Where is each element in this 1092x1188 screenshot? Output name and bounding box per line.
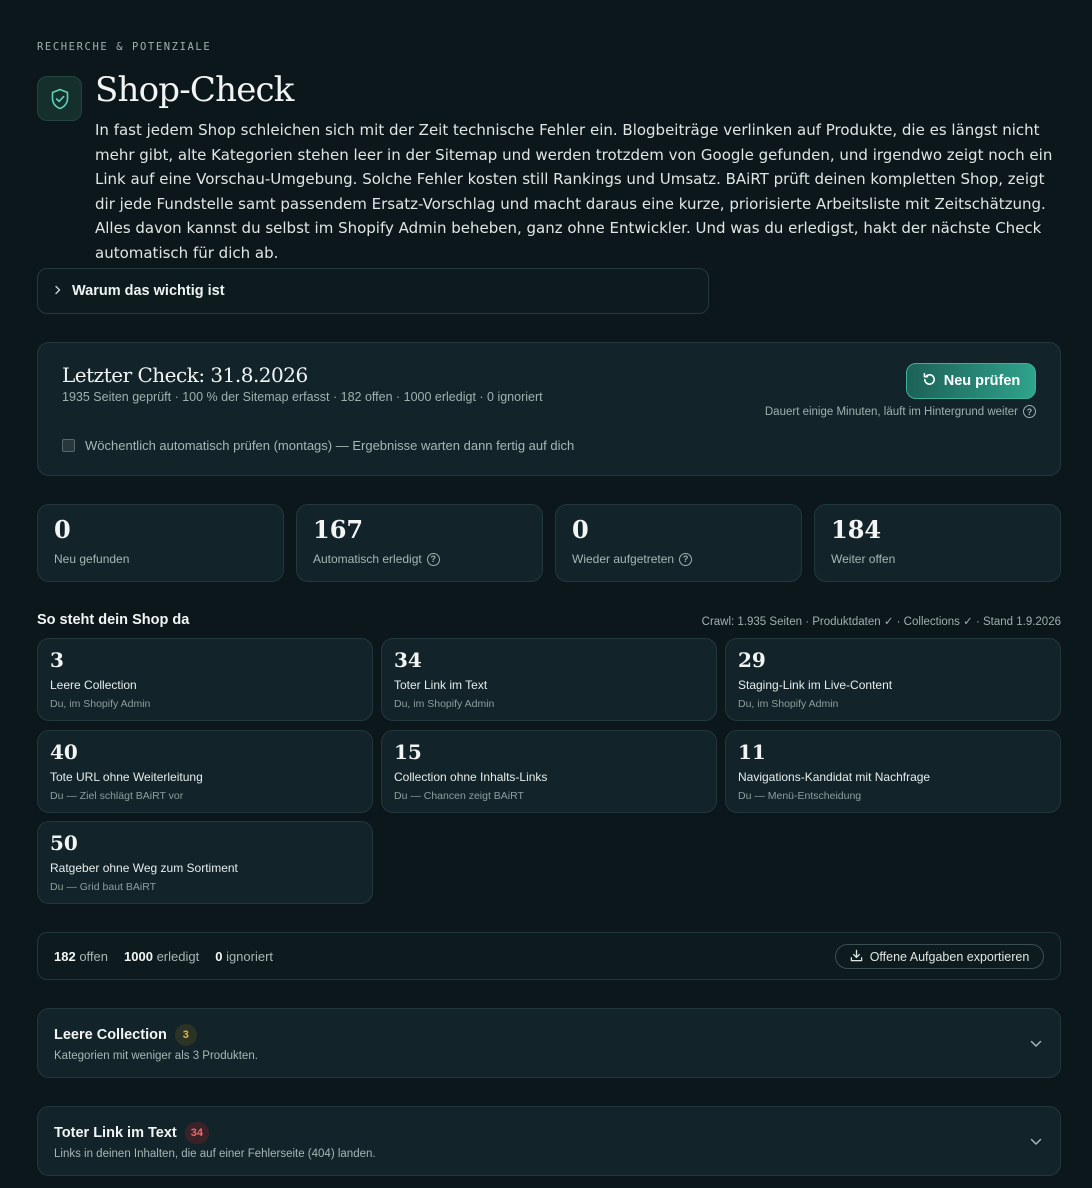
stat-label: Weiter offen [831, 552, 895, 566]
category-label: Tote URL ohne Weiterleitung [50, 770, 203, 784]
category-card[interactable]: 15 Collection ohne Inhalts-Links Du — Ch… [381, 730, 717, 813]
category-label: Toter Link im Text [394, 678, 488, 692]
stat-value: 184 [831, 515, 882, 544]
category-label: Navigations-Kandidat mit Nachfrage [738, 770, 931, 784]
task-counts: 182 offen 1000 erledigt 0 ignoriert [54, 949, 273, 964]
ignored-count-label: ignoriert [226, 949, 274, 964]
ignored-count: 0 ignoriert [215, 949, 273, 964]
done-count-label: erledigt [156, 949, 200, 964]
stat-value: 0 [54, 515, 71, 544]
category-label: Leere Collection [50, 678, 137, 692]
weekly-auto-check-checkbox[interactable] [62, 439, 75, 452]
chevron-down-icon[interactable] [1030, 1133, 1042, 1151]
issue-group-title: Toter Link im Text [54, 1125, 177, 1141]
stat-label-text: Neu gefunden [54, 552, 130, 566]
category-card[interactable]: 29 Staging-Link im Live-Content Du, im S… [725, 638, 1061, 721]
issue-count-badge: 3 [174, 1024, 197, 1046]
category-owner: Du — Chancen zeigt BAiRT [394, 790, 524, 802]
issue-group-dead-link[interactable]: Toter Link im Text 34 Links in deinen In… [37, 1106, 1061, 1176]
category-owner: Du, im Shopify Admin [738, 698, 839, 710]
category-card[interactable]: 50 Ratgeber ohne Weg zum Sortiment Du — … [37, 821, 373, 904]
recheck-button[interactable]: Neu prüfen [906, 363, 1036, 399]
stat-auto-resolved: 167 Automatisch erledigt? [296, 504, 543, 582]
page-description: In fast jedem Shop schleichen sich mit d… [95, 121, 1053, 262]
weekly-auto-check-option[interactable]: Wöchentlich automatisch prüfen (montags)… [62, 438, 574, 453]
stat-new-found: 0 Neu gefunden [37, 504, 284, 582]
help-icon[interactable]: ? [1023, 405, 1036, 418]
task-summary-bar: 182 offen 1000 erledigt 0 ignoriert Offe… [37, 932, 1061, 980]
category-card[interactable]: 11 Navigations-Kandidat mit Nachfrage Du… [725, 730, 1061, 813]
issue-group-description: Kategorien mit weniger als 3 Produkten. [54, 1050, 258, 1062]
eyebrow: RECHERCHE & POTENZIALE [37, 41, 212, 53]
stat-label-text: Weiter offen [831, 552, 896, 566]
weekly-auto-check-label: Wöchentlich automatisch prüfen (montags)… [85, 438, 575, 453]
issue-group-description: Links in deinen Inhalten, die auf einer … [54, 1148, 376, 1160]
open-count: 182 offen [54, 949, 108, 964]
issue-group-empty-collection[interactable]: Leere Collection 3 Kategorien mit wenige… [37, 1008, 1061, 1078]
stat-label: Automatisch erledigt? [313, 552, 440, 566]
last-check-title: Letzter Check: 31.8.2026 [62, 363, 308, 387]
overview-title: So steht dein Shop da [37, 612, 190, 628]
issue-group-header: Toter Link im Text 34 [54, 1122, 209, 1144]
category-count: 29 [738, 648, 766, 672]
stat-label: Wieder aufgetreten? [572, 552, 693, 566]
category-card[interactable]: 34 Toter Link im Text Du, im Shopify Adm… [381, 638, 717, 721]
category-count: 40 [50, 740, 78, 764]
chevron-down-icon[interactable] [1030, 1035, 1042, 1053]
category-owner: Du — Menü-Entscheidung [738, 790, 862, 802]
shield-check-icon [37, 76, 82, 121]
category-owner: Du, im Shopify Admin [50, 698, 151, 710]
category-count: 3 [50, 648, 64, 672]
open-count-label: offen [79, 949, 109, 964]
category-count: 15 [394, 740, 422, 764]
chevron-right-icon [54, 284, 62, 298]
open-count-value: 182 [54, 949, 76, 964]
download-icon [850, 949, 863, 965]
help-icon[interactable]: ? [679, 552, 693, 566]
category-owner: Du, im Shopify Admin [394, 698, 495, 710]
stat-label-text: Automatisch erledigt [313, 552, 422, 566]
stat-value: 167 [313, 515, 364, 544]
recheck-note: Dauert einige Minuten, läuft im Hintergr… [765, 405, 1036, 418]
ignored-count-value: 0 [215, 949, 223, 964]
crawl-meta: Crawl: 1.935 Seiten · Produktdaten ✓ · C… [701, 616, 1061, 628]
last-check-card: Letzter Check: 31.8.2026 1935 Seiten gep… [37, 342, 1061, 476]
why-it-matters-accordion[interactable]: Warum das wichtig ist [37, 268, 709, 314]
category-owner: Du — Ziel schlägt BAiRT vor [50, 790, 184, 802]
page-title: Shop-Check [95, 70, 294, 110]
export-tasks-button[interactable]: Offene Aufgaben exportieren [835, 944, 1044, 969]
category-label: Collection ohne Inhalts-Links [394, 770, 548, 784]
recheck-note-text: Dauert einige Minuten, läuft im Hintergr… [764, 405, 1018, 418]
issue-group-header: Leere Collection 3 [54, 1024, 197, 1046]
issue-count-badge: 34 [184, 1122, 209, 1144]
issue-group-title: Leere Collection [54, 1027, 167, 1043]
done-count: 1000 erledigt [124, 949, 199, 964]
stat-label-text: Wieder aufgetreten [572, 552, 675, 566]
category-card[interactable]: 3 Leere Collection Du, im Shopify Admin [37, 638, 373, 721]
category-label: Ratgeber ohne Weg zum Sortiment [50, 861, 238, 875]
help-icon[interactable]: ? [426, 552, 440, 566]
recheck-button-label: Neu prüfen [943, 373, 1021, 389]
last-check-subtitle: 1935 Seiten geprüft · 100 % der Sitemap … [62, 390, 543, 404]
stat-reappeared: 0 Wieder aufgetreten? [555, 504, 802, 582]
category-label: Staging-Link im Live-Content [738, 678, 893, 692]
why-it-matters-label: Warum das wichtig ist [72, 283, 225, 299]
category-card[interactable]: 40 Tote URL ohne Weiterleitung Du — Ziel… [37, 730, 373, 813]
stat-still-open: 184 Weiter offen [814, 504, 1061, 582]
category-owner: Du — Grid baut BAiRT [50, 881, 157, 893]
category-count: 11 [738, 740, 766, 764]
export-tasks-label: Offene Aufgaben exportieren [869, 949, 1030, 964]
stat-value: 0 [572, 515, 589, 544]
refresh-icon [922, 372, 937, 391]
category-count: 34 [394, 648, 422, 672]
stat-label: Neu gefunden [54, 552, 129, 566]
category-count: 50 [50, 831, 78, 855]
done-count-value: 1000 [124, 949, 153, 964]
